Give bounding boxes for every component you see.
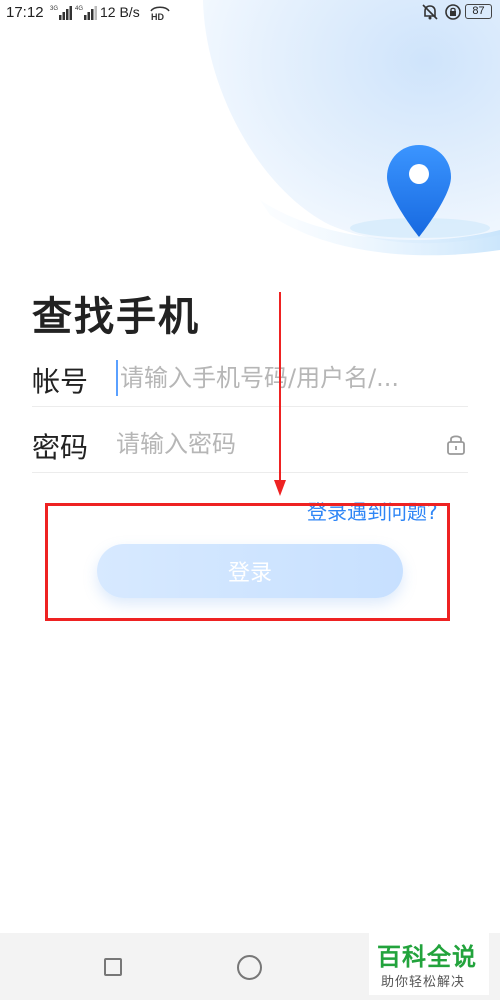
watermark-logo: 百科全说 助你轻松解决 [369,933,489,995]
screen: 17:12 3G 4G 12 B/s HD 87 查找手机 帐号 请输入手机号码… [0,0,500,1000]
hd-icon: HD [150,6,170,21]
status-bar: 17:12 3G 4G 12 B/s HD 87 [0,0,500,26]
account-row: 帐号 [32,354,468,407]
bell-muted-icon [422,4,438,20]
signal-1-label: 3G [50,6,58,12]
status-time: 17:12 [6,4,44,21]
location-pin-icon [387,145,451,237]
watermark-sub: 助你轻松解决 [381,975,466,990]
page-title: 查找手机 [32,294,200,340]
signal-icon-2: 4G [75,6,97,20]
net-speed: 12 B/s [100,4,140,20]
signal-icon: 3G [50,6,72,20]
account-label: 帐号 [32,365,89,398]
watermark-main: 百科全说 [377,943,477,971]
hd-label: HD [151,12,164,21]
rotation-lock-icon [445,4,461,20]
lock-icon[interactable] [446,432,466,456]
password-label: 密码 [32,431,89,464]
recent-apps-button[interactable] [104,958,122,976]
annotation-arrow [274,292,286,496]
annotation-highlight-box [45,503,450,621]
home-button[interactable] [237,955,262,980]
battery-indicator: 87 [465,4,492,19]
signal-2-label: 4G [75,6,83,12]
password-row: 密码 [32,420,468,473]
